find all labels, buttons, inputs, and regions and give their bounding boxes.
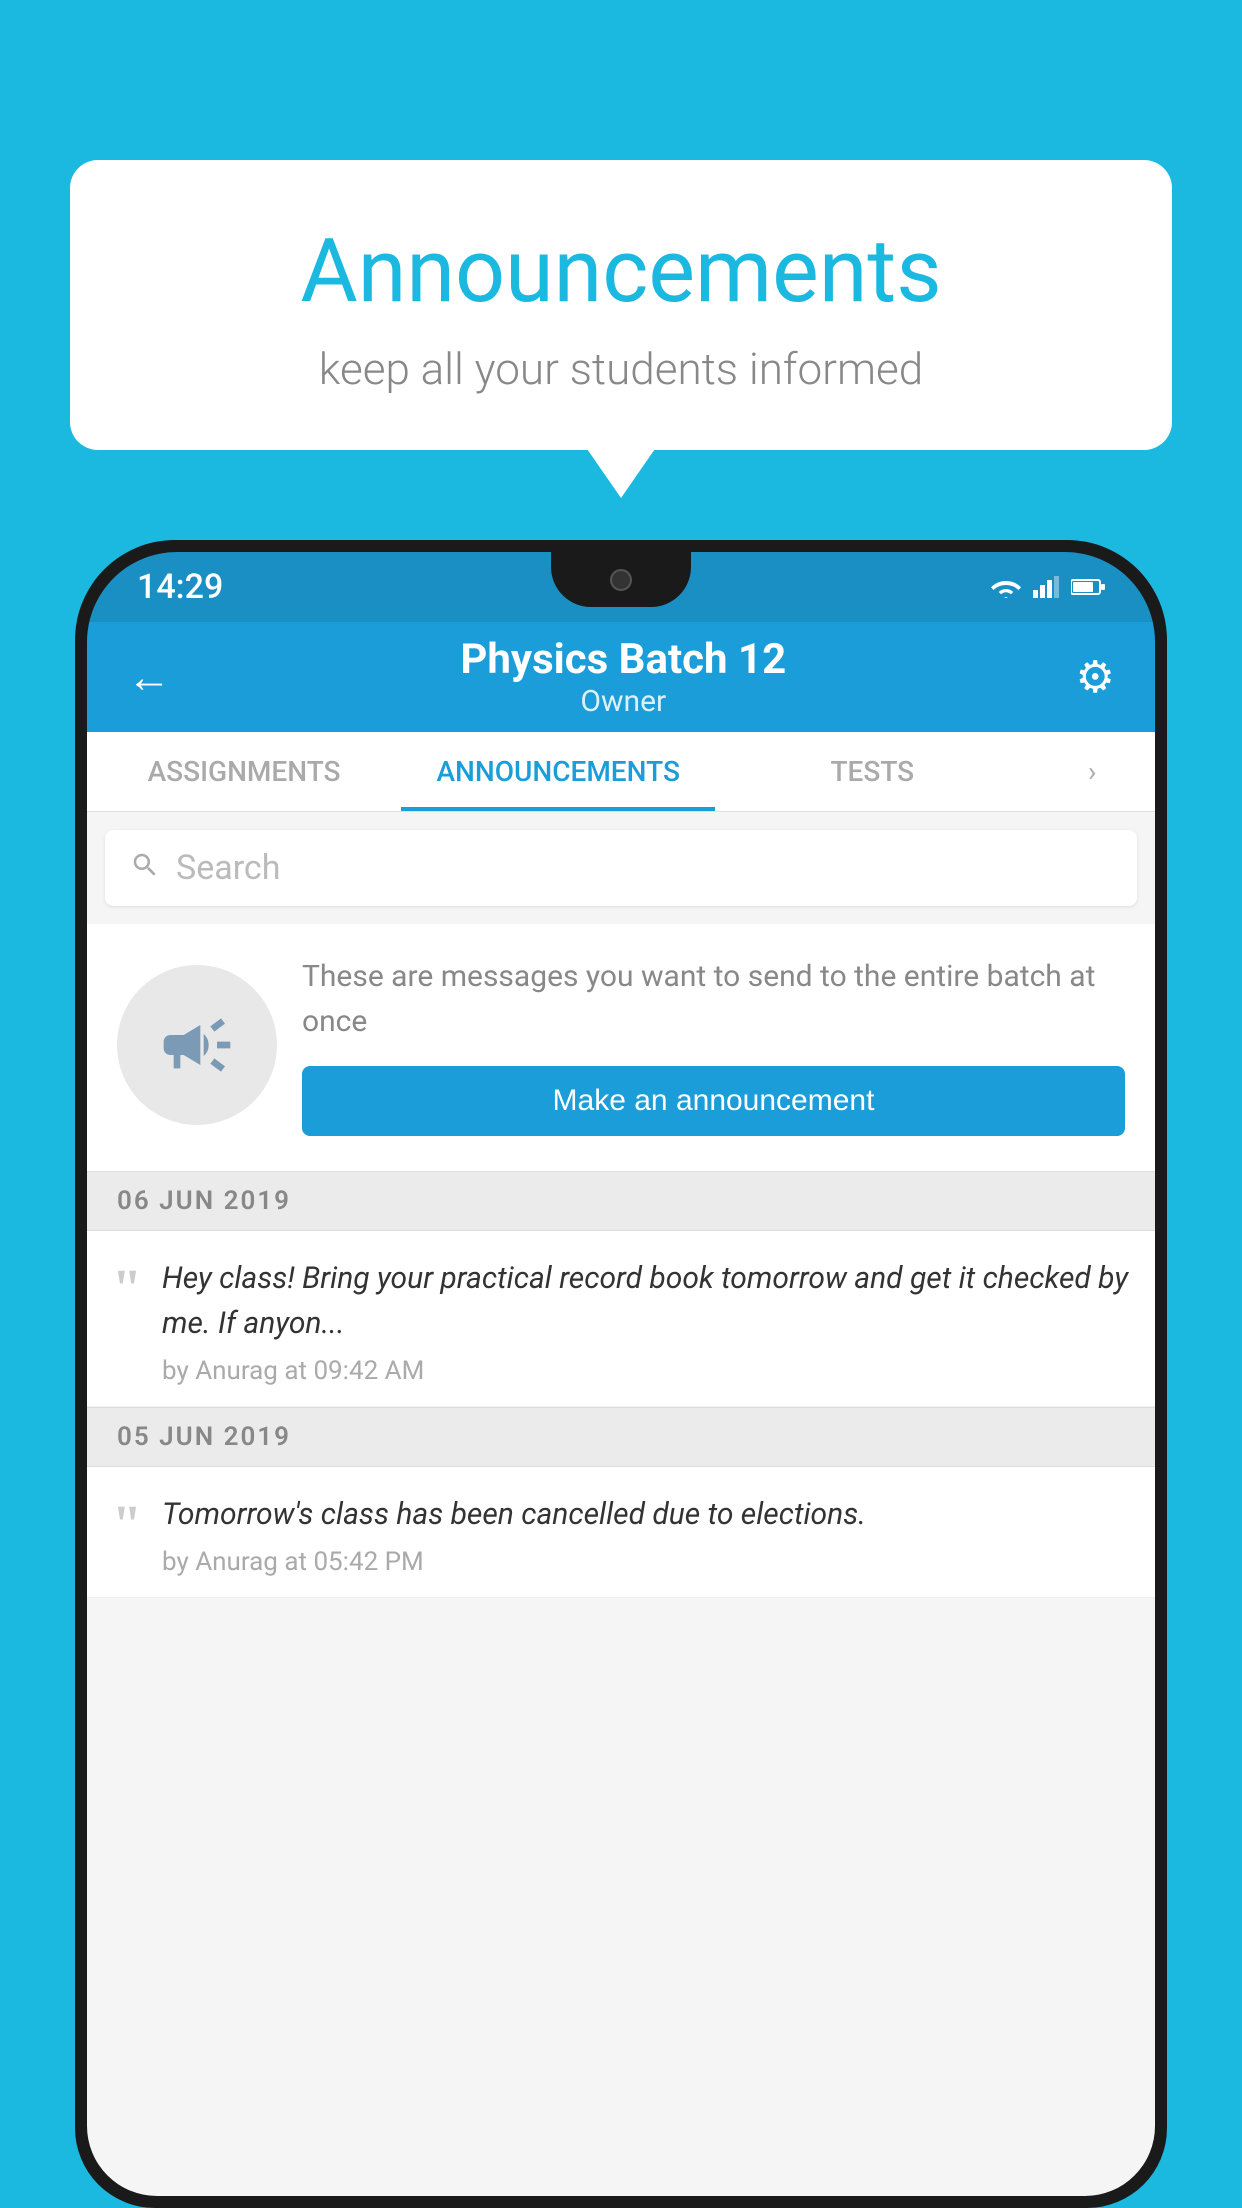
announcement-body-2: Tomorrow's class has been cancelled due …	[162, 1492, 1130, 1577]
speech-bubble: Announcements keep all your students inf…	[70, 160, 1172, 450]
announcement-text-1: Hey class! Bring your practical record b…	[162, 1256, 1130, 1346]
app-bar: ← Physics Batch 12 Owner ⚙	[87, 622, 1155, 732]
date-separator-1: 06 JUN 2019	[87, 1171, 1155, 1231]
search-bar[interactable]: Search	[105, 830, 1137, 906]
phone-content: Search These are messages you want to se…	[87, 812, 1155, 2196]
bubble-title: Announcements	[120, 220, 1122, 323]
announcement-icon	[157, 1005, 237, 1085]
tab-assignments[interactable]: ASSIGNMENTS	[87, 732, 401, 811]
notch	[551, 552, 691, 607]
app-bar-title: Physics Batch 12	[181, 635, 1066, 684]
signal-icon	[1033, 576, 1059, 598]
promo-description: These are messages you want to send to t…	[302, 954, 1125, 1044]
make-announcement-button[interactable]: Make an announcement	[302, 1066, 1125, 1136]
search-icon	[130, 847, 160, 889]
back-button[interactable]: ←	[117, 641, 181, 713]
quote-icon-2: "	[112, 1497, 142, 1577]
search-icon-svg	[130, 850, 160, 880]
tab-tests[interactable]: TESTS	[715, 732, 1029, 811]
tab-bar: ASSIGNMENTS ANNOUNCEMENTS TESTS ›	[87, 732, 1155, 812]
promo-card: These are messages you want to send to t…	[87, 924, 1155, 1171]
quote-icon-1: "	[112, 1261, 142, 1386]
settings-button[interactable]: ⚙	[1066, 641, 1125, 713]
search-placeholder-text: Search	[176, 848, 280, 888]
announcement-item-1[interactable]: " Hey class! Bring your practical record…	[87, 1231, 1155, 1407]
tab-announcements[interactable]: ANNOUNCEMENTS	[401, 732, 715, 811]
promo-right: These are messages you want to send to t…	[302, 954, 1125, 1136]
app-bar-subtitle: Owner	[181, 684, 1066, 719]
announcement-body-1: Hey class! Bring your practical record b…	[162, 1256, 1130, 1386]
bubble-subtitle: keep all your students informed	[120, 343, 1122, 395]
phone-screen: 14:29	[87, 552, 1155, 2196]
camera	[610, 569, 632, 591]
announcement-meta-1: by Anurag at 09:42 AM	[162, 1356, 1130, 1386]
date-separator-2: 05 JUN 2019	[87, 1407, 1155, 1467]
announcement-text-2: Tomorrow's class has been cancelled due …	[162, 1492, 1130, 1537]
status-icons	[991, 576, 1105, 598]
wifi-icon	[991, 576, 1021, 598]
promo-icon-circle	[117, 965, 277, 1125]
battery-icon	[1071, 578, 1105, 596]
tab-more[interactable]: ›	[1029, 732, 1155, 811]
announcement-item-2[interactable]: " Tomorrow's class has been cancelled du…	[87, 1467, 1155, 1598]
app-bar-title-group: Physics Batch 12 Owner	[181, 635, 1066, 719]
phone-frame: 14:29	[75, 540, 1167, 2208]
status-time: 14:29	[137, 567, 223, 607]
status-bar: 14:29	[87, 552, 1155, 622]
announcement-meta-2: by Anurag at 05:42 PM	[162, 1547, 1130, 1577]
